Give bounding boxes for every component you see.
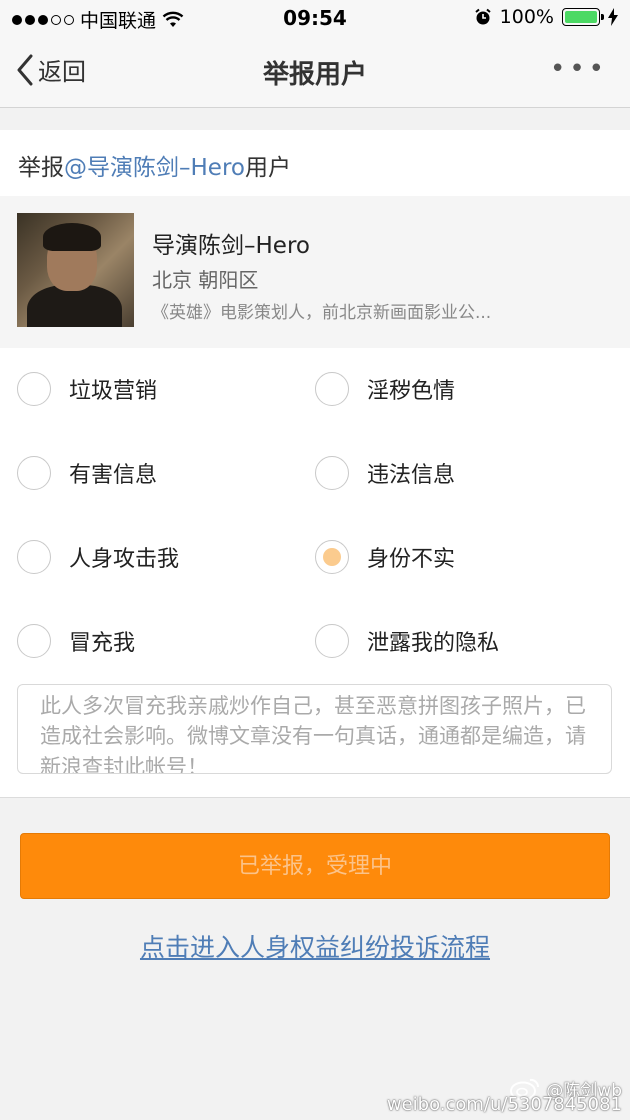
- option-personal-attack[interactable]: 人身攻击我: [17, 540, 179, 574]
- option-impersonation[interactable]: 冒充我: [17, 624, 135, 658]
- more-menu-button[interactable]: •••: [550, 54, 608, 84]
- submit-button[interactable]: 已举报，受理中: [20, 833, 610, 899]
- option-label: 垃圾营销: [69, 379, 158, 404]
- reason-textarea[interactable]: 此人多次冒充我亲戚炒作自己，甚至恶意拼图孩子照片，已造成社会影响。微博文章没有一…: [17, 684, 612, 774]
- radio-button[interactable]: [315, 456, 349, 490]
- alarm-icon: [475, 8, 491, 25]
- radio-button[interactable]: [315, 624, 349, 658]
- report-options: 垃圾营销 淫秽色情 有害信息 违法信息 人身攻击我 身份不实 冒充我 泄露我的隐…: [0, 348, 630, 798]
- option-pornography[interactable]: 淫秽色情: [315, 372, 455, 406]
- page-title: 举报用户: [262, 60, 367, 90]
- option-harmful-info[interactable]: 有害信息: [17, 456, 157, 490]
- status-bar: 中国联通 09:54 100%: [0, 0, 630, 36]
- status-right: 100%: [474, 6, 618, 28]
- battery-icon: [562, 8, 604, 26]
- option-label: 冒充我: [69, 631, 136, 656]
- report-suffix: 用户: [244, 155, 291, 181]
- charging-icon: [608, 8, 618, 26]
- option-false-identity[interactable]: 身份不实: [315, 540, 455, 574]
- option-spam[interactable]: 垃圾营销: [17, 372, 157, 406]
- reported-user-mention[interactable]: @导演陈剑–Hero: [64, 155, 245, 181]
- radio-button[interactable]: [17, 540, 51, 574]
- reported-user-card[interactable]: 导演陈剑–Hero 北京 朝阳区 《英雄》电影策划人，前北京新画面影业公...: [0, 196, 630, 348]
- user-description: 《英雄》电影策划人，前北京新画面影业公...: [152, 303, 492, 323]
- option-label: 泄露我的隐私: [367, 631, 500, 656]
- option-illegal-info[interactable]: 违法信息: [315, 456, 455, 490]
- radio-button[interactable]: [17, 624, 51, 658]
- watermark-url: weibo.com/u/5307845081: [386, 1094, 622, 1115]
- report-heading: 举报@导演陈剑–Hero用户: [0, 130, 630, 196]
- user-location: 北京 朝阳区: [152, 268, 259, 292]
- option-label: 有害信息: [69, 463, 158, 488]
- radio-button[interactable]: [17, 456, 51, 490]
- battery-percent: 100%: [499, 6, 554, 28]
- complaint-process-link[interactable]: 点击进入人身权益纠纷投诉流程: [0, 928, 630, 964]
- option-label: 违法信息: [367, 463, 456, 488]
- nav-bar: 返回 举报用户 •••: [0, 36, 630, 108]
- radio-button[interactable]: [315, 372, 349, 406]
- option-label: 人身攻击我: [69, 547, 180, 572]
- report-prefix: 举报: [18, 155, 64, 181]
- option-label: 淫秽色情: [367, 379, 456, 404]
- option-label: 身份不实: [367, 547, 456, 572]
- radio-button[interactable]: [17, 372, 51, 406]
- option-privacy-leak[interactable]: 泄露我的隐私: [315, 624, 499, 658]
- radio-button-selected[interactable]: [315, 540, 349, 574]
- user-name: 导演陈剑–Hero: [152, 233, 310, 259]
- avatar: [17, 213, 134, 327]
